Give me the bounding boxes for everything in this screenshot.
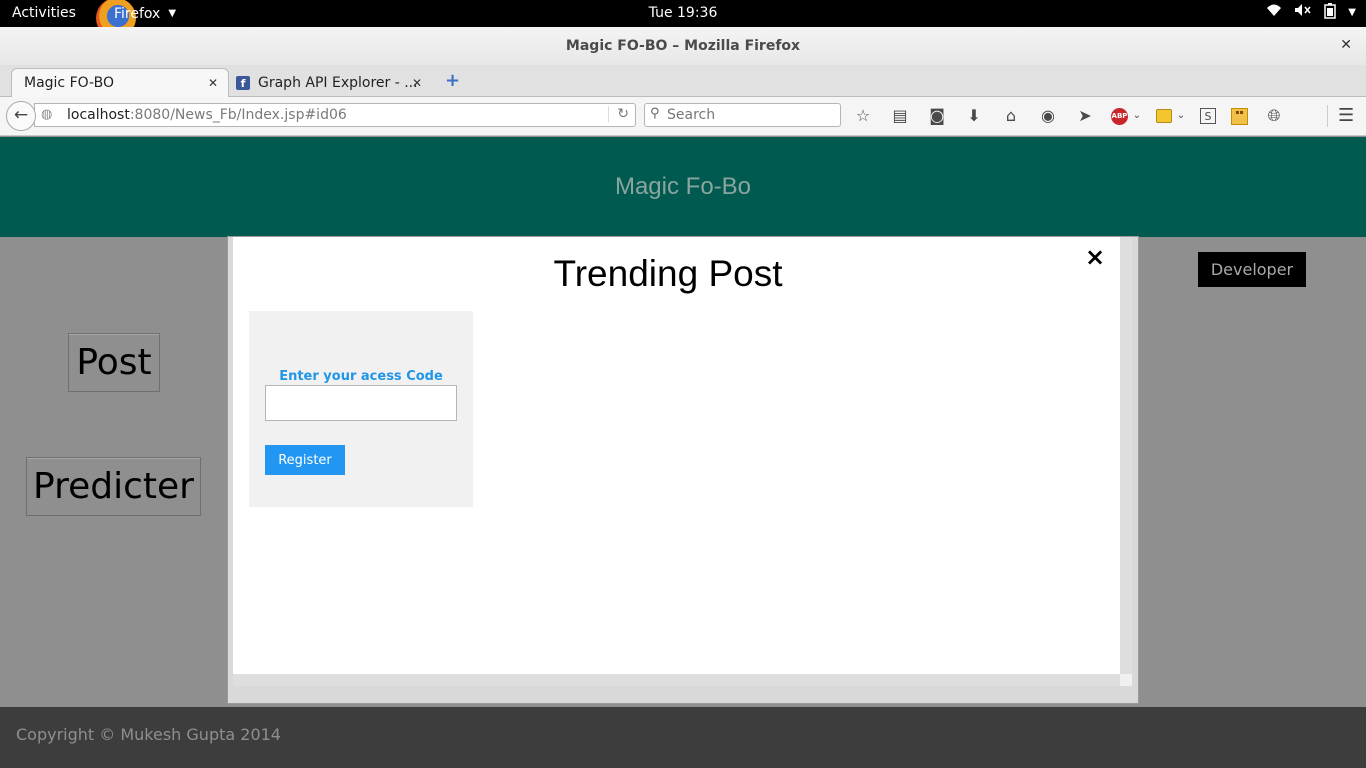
window-title: Magic FO-BO – Mozilla Firefox bbox=[565, 38, 801, 54]
folder-dropdown-icon[interactable]: ⌄ bbox=[1176, 105, 1186, 127]
app-menu-label: Firefox bbox=[114, 5, 161, 22]
modal-vertical-scrollbar[interactable] bbox=[1120, 237, 1132, 674]
battery-icon[interactable] bbox=[1324, 3, 1337, 23]
tab-bar: Magic FO-BO ✕ f Graph API Explorer - ...… bbox=[0, 65, 1366, 97]
tab-label: Graph API Explorer - ... bbox=[258, 74, 418, 91]
site-identity-icon[interactable]: ◍ bbox=[41, 107, 52, 122]
pocket-icon[interactable]: ◙ bbox=[926, 105, 948, 127]
tray-caret-icon[interactable]: ▼ bbox=[1348, 3, 1356, 23]
wifi-icon[interactable] bbox=[1266, 3, 1282, 23]
bookmark-star-icon[interactable]: ☆ bbox=[852, 105, 874, 127]
trending-post-modal: Trending Post × Enter your acess Code Re… bbox=[228, 237, 1138, 703]
url-path: :8080/News_Fb/Index.jsp#id06 bbox=[129, 107, 347, 123]
search-input[interactable] bbox=[667, 106, 837, 124]
home-icon[interactable]: ⌂ bbox=[1000, 105, 1022, 127]
folder-icon[interactable] bbox=[1156, 109, 1172, 123]
reading-list-icon[interactable]: ▤ bbox=[889, 105, 911, 127]
modal-horizontal-scrollbar[interactable] bbox=[233, 674, 1120, 686]
send-icon[interactable]: ➤ bbox=[1074, 105, 1096, 127]
predicter-button[interactable]: Predicter bbox=[26, 457, 201, 516]
modal-title: Trending Post bbox=[553, 253, 783, 294]
toolbar-icons: ☆ ▤ ◙ ⬇ ⌂ ◉ ➤ ABP ⌄ ⌄ S ▪▪ 🌐︎ bbox=[852, 105, 1300, 127]
site-header: Magic Fo-Bo bbox=[0, 137, 1366, 237]
tab-close-icon[interactable]: ✕ bbox=[208, 76, 218, 90]
hamburger-menu-icon[interactable]: ☰ bbox=[1338, 105, 1356, 126]
access-code-label: Enter your acess Code bbox=[279, 369, 443, 384]
chat-icon[interactable]: ◉ bbox=[1037, 105, 1059, 127]
adblock-plus-icon[interactable]: ABP bbox=[1111, 107, 1128, 125]
footer-copyright: Copyright © Mukesh Gupta 2014 bbox=[16, 725, 281, 744]
url-bar[interactable]: ◍ localhost:8080/News_Fb/Index.jsp#id06 … bbox=[34, 103, 636, 127]
tab-magic-fobo[interactable]: Magic FO-BO ✕ bbox=[11, 68, 229, 97]
toolbar-divider bbox=[1327, 105, 1328, 127]
system-tray[interactable]: ▼ bbox=[1266, 3, 1356, 23]
scrollbar-corner bbox=[1120, 674, 1132, 686]
navigation-toolbar: ◍ localhost:8080/News_Fb/Index.jsp#id06 … bbox=[0, 97, 1366, 136]
back-button[interactable]: ← bbox=[6, 101, 36, 131]
site-footer: Copyright © Mukesh Gupta 2014 bbox=[0, 707, 1366, 768]
url-host: localhost bbox=[67, 107, 130, 123]
modal-content: Trending Post × Enter your acess Code Re… bbox=[233, 237, 1120, 674]
tab-graph-api-explorer[interactable]: f Graph API Explorer - ... ✕ bbox=[232, 68, 432, 97]
extension-s-icon[interactable]: S bbox=[1200, 108, 1216, 124]
adblock-dropdown-icon[interactable]: ⌄ bbox=[1132, 105, 1142, 127]
back-arrow-icon: ← bbox=[13, 105, 29, 125]
reload-icon[interactable]: ↻ bbox=[608, 106, 629, 122]
web-page: Magic Fo-Bo Post Predicter Developer Cop… bbox=[0, 137, 1366, 768]
clock[interactable]: Tue 19:36 bbox=[0, 5, 1366, 21]
os-top-bar: Activities Firefox ▼ Tue 19:36 ▼ bbox=[0, 0, 1366, 38]
globe-extension-icon[interactable]: 🌐︎ bbox=[1263, 105, 1285, 127]
access-code-form: Enter your acess Code Register bbox=[249, 311, 473, 507]
modal-close-icon[interactable]: × bbox=[1085, 243, 1105, 271]
site-title: Magic Fo-Bo bbox=[614, 173, 752, 200]
facebook-icon: f bbox=[236, 75, 250, 90]
new-tab-plus-icon[interactable]: + bbox=[445, 70, 460, 91]
download-icon[interactable]: ⬇ bbox=[963, 105, 985, 127]
volume-muted-icon[interactable] bbox=[1294, 3, 1312, 23]
developer-button[interactable]: Developer bbox=[1198, 252, 1306, 287]
url-text[interactable]: localhost:8080/News_Fb/Index.jsp#id06 bbox=[67, 107, 347, 123]
extension-badge-icon[interactable]: ▪▪ bbox=[1231, 107, 1248, 125]
window-close-icon[interactable]: ✕ bbox=[1340, 37, 1352, 53]
post-button[interactable]: Post bbox=[68, 333, 160, 392]
window-titlebar: Magic FO-BO – Mozilla Firefox ✕ bbox=[0, 27, 1366, 65]
tab-close-icon[interactable]: ✕ bbox=[412, 76, 422, 90]
tab-label: Magic FO-BO bbox=[24, 75, 114, 91]
search-bar[interactable]: ⚲ bbox=[644, 103, 841, 127]
access-code-input[interactable] bbox=[265, 385, 457, 421]
register-button[interactable]: Register bbox=[265, 445, 345, 475]
search-icon: ⚲ bbox=[650, 106, 660, 121]
